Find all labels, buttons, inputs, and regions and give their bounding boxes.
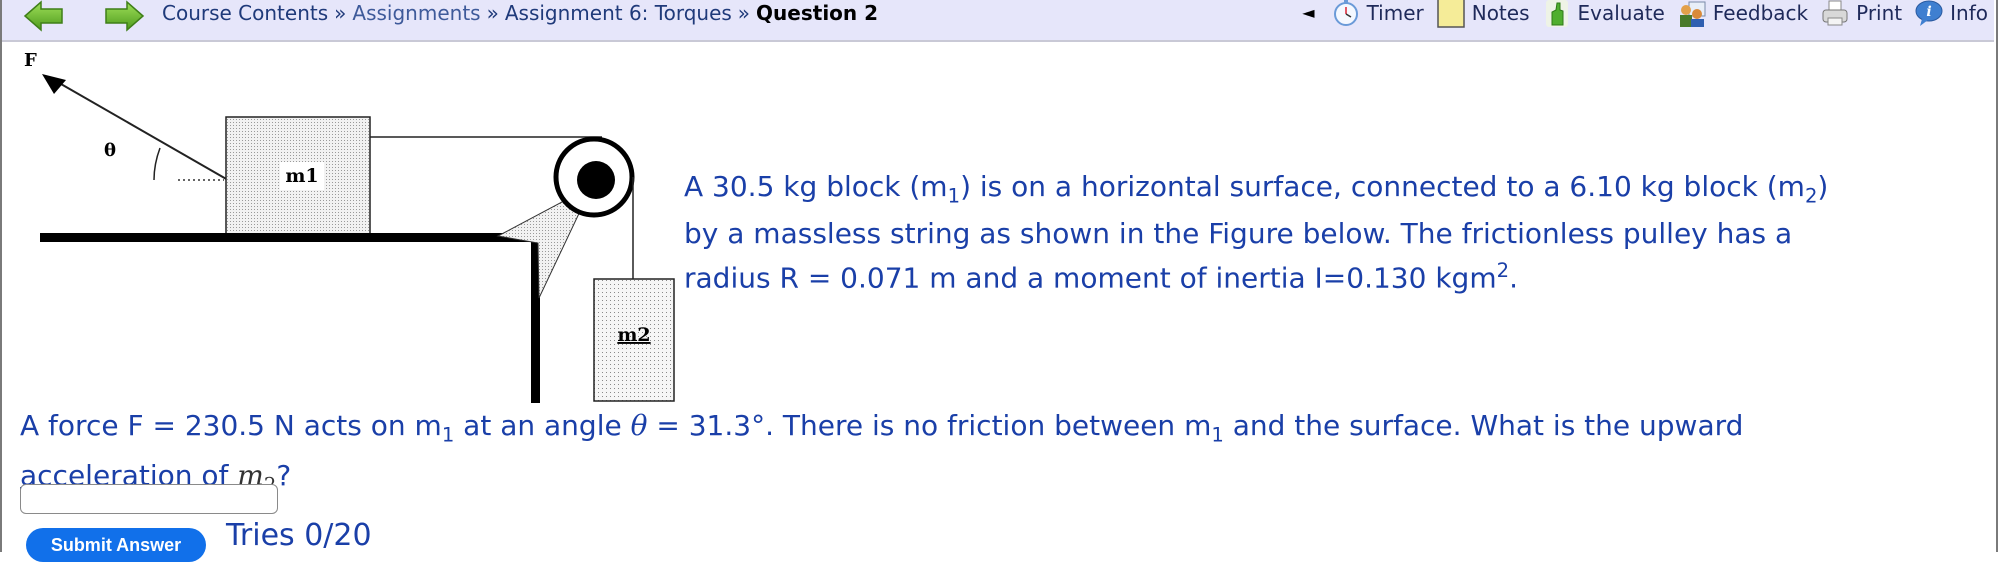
breadcrumb-assignments[interactable]: Assignments [352,1,480,25]
question-text-part: A force F = 230.5 N acts on m [20,409,442,442]
evaluate-label: Evaluate [1577,1,1665,25]
question-text-part: ? [276,458,292,492]
timer-label: Timer [1366,1,1424,25]
force-vector [53,79,229,181]
tries-counter: Tries 0/20 [226,518,372,553]
submit-answer-button[interactable]: Submit Answer [26,528,206,562]
print-label: Print [1856,1,1903,25]
theta-symbol: θ [630,409,648,442]
info-label: Info [1950,1,1988,25]
breadcrumb-current-question: Question 2 [756,1,879,25]
problem-statement: A 30.5 kg block (m1) is on a horizontal … [684,168,1984,296]
collapse-toolbar-button[interactable]: ◄ [1302,0,1314,26]
back-arrow-icon [23,0,63,32]
problem-text-part: ) is on a horizontal surface, connected … [960,170,1805,203]
breadcrumb-course-contents[interactable]: Course Contents [162,1,328,25]
question-text-part: = 31.3°. There is no friction between m [647,409,1212,442]
feedback-button[interactable]: Feedback [1677,0,1808,28]
answer-input[interactable] [20,484,278,514]
timer-button[interactable]: Timer [1331,0,1424,28]
notes-button[interactable]: Notes [1436,0,1530,28]
problem-text-part: by a massless string as shown in the Fig… [684,216,1793,250]
pulley-diagram: F θ m1 m2 [24,50,675,403]
block-m1-label: m1 [285,165,318,187]
problem-text-part: . [1509,260,1518,294]
breadcrumb-separator: » [486,1,499,25]
table-surface [40,233,540,242]
forward-arrow-icon [105,0,145,32]
navigation-bar: Course Contents» Assignments» Assignment 6… [2,0,1994,42]
subscript: 1 [1211,423,1224,447]
force-arrowhead-icon [42,74,66,94]
evaluate-button[interactable]: Evaluate [1542,0,1665,28]
feedback-label: Feedback [1712,1,1809,25]
question-text-part: and the surface. What is the upward [1223,409,1744,442]
thumbs-up-icon [1542,0,1572,28]
question-text: A force F = 230.5 N acts on m1 at an ang… [20,406,1980,505]
info-icon: i [1914,0,1944,28]
pulley-hub [577,161,615,199]
forward-button[interactable] [102,0,146,32]
breadcrumb: Course Contents» Assignments» Assignment 6… [162,0,878,26]
toolbar: ◄ Timer Notes Evaluate Feedback Print i … [1302,0,1988,28]
notes-label: Notes [1471,1,1530,25]
breadcrumb-separator: » [737,1,751,25]
angle-label: θ [104,140,116,161]
back-button[interactable] [22,0,66,32]
info-button[interactable]: i Info [1914,0,1988,28]
printer-icon [1820,0,1850,28]
problem-figure: F θ m1 m2 [14,44,684,408]
angle-arc [153,147,161,181]
force-label: F [24,50,37,71]
breadcrumb-separator: » [334,1,347,25]
subscript: 2 [1804,184,1818,208]
question-text-part: at an angle [454,409,631,442]
subscript: 1 [947,184,961,208]
problem-text-part: radius R = 0.071 m and a moment of inert… [684,260,1497,294]
breadcrumb-assignment-6[interactable]: Assignment 6: Torques [505,1,732,25]
problem-text-part: A 30.5 kg block (m [684,170,948,203]
svg-text:i: i [1926,4,1931,20]
block-m2-label: m2 [617,324,650,346]
superscript: 2 [1496,258,1510,282]
timer-icon [1331,0,1361,28]
notes-icon [1436,0,1466,28]
problem-text-part: ) [1817,170,1829,203]
subscript: 1 [441,423,455,447]
print-button[interactable]: Print [1820,0,1902,28]
feedback-icon [1677,0,1707,28]
